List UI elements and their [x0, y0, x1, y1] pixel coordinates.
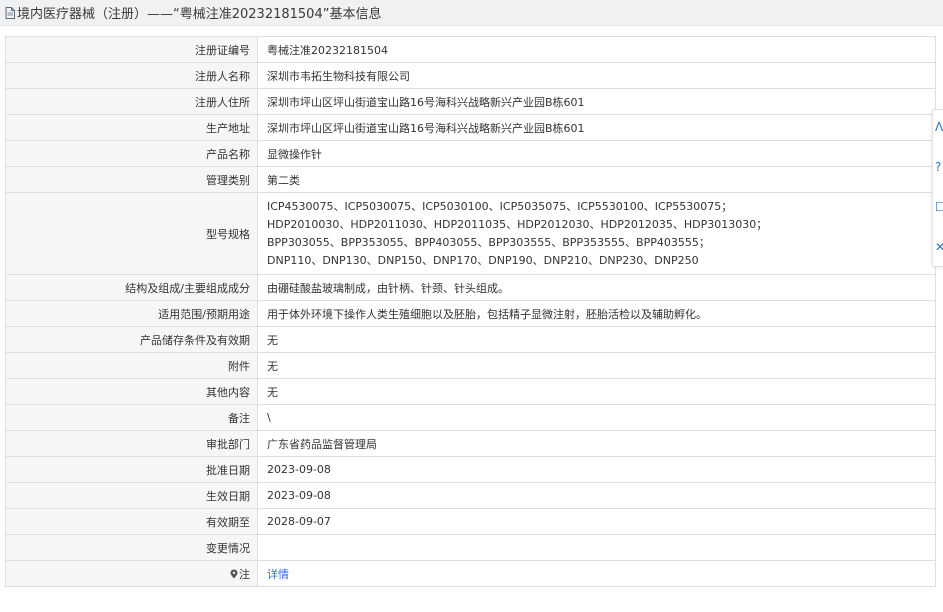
- location-pin-icon: [230, 569, 238, 578]
- table-row-model-spec: 型号规格 ICP4530075、ICP5030075、ICP5030100、IC…: [5, 192, 936, 275]
- row-label: 生效日期: [5, 482, 258, 509]
- model-spec-line: HDP2010030、HDP2011030、HDP2011035、HDP2012…: [267, 217, 768, 231]
- row-value: 广东省药品监督管理局: [257, 430, 936, 457]
- table-row: 产品储存条件及有效期 无: [5, 326, 936, 353]
- table-row: 有效期至 2028-09-07: [5, 508, 936, 535]
- model-spec-line: BPP303055、BPP353055、BPP403055、BPP303555、…: [267, 235, 710, 249]
- row-label: 审批部门: [5, 430, 258, 457]
- row-label: 生产地址: [5, 114, 258, 141]
- feedback-icon[interactable]: ☐: [935, 200, 943, 214]
- row-label: 变更情况: [5, 534, 258, 561]
- row-value: 无: [257, 352, 936, 379]
- table-row: 批准日期 2023-09-08: [5, 456, 936, 483]
- row-label: 备注: [5, 404, 258, 431]
- row-label: 注册人名称: [5, 62, 258, 89]
- row-label: 管理类别: [5, 166, 258, 193]
- row-label: 结构及组成/主要组成成分: [5, 274, 258, 301]
- document-icon: [5, 6, 15, 19]
- row-value: 显微操作针: [257, 140, 936, 167]
- row-value: 无: [257, 326, 936, 353]
- model-spec-line: ICP4530075、ICP5030075、ICP5030100、ICP5035…: [267, 199, 733, 213]
- details-link[interactable]: 详情: [267, 568, 289, 581]
- row-label: 批准日期: [5, 456, 258, 483]
- page-title-bar: 境内医疗器械（注册）——“粤械注准20232181504”基本信息: [0, 0, 943, 26]
- row-label: 注册证编号: [5, 36, 258, 63]
- table-row: 其他内容 无: [5, 378, 936, 405]
- row-label: 产品储存条件及有效期: [5, 326, 258, 353]
- table-row: 变更情况: [5, 534, 936, 561]
- table-row: 注册人名称 深圳市韦拓生物科技有限公司: [5, 62, 936, 89]
- model-spec-value: ICP4530075、ICP5030075、ICP5030100、ICP5035…: [257, 192, 936, 275]
- table-row: 生产地址 深圳市坪山区坪山街道宝山路16号海科兴战略新兴产业园B栋601: [5, 114, 936, 141]
- table-row-note: 注 详情: [5, 560, 936, 587]
- table-row: 注册人住所 深圳市坪山区坪山街道宝山路16号海科兴战略新兴产业园B栋601: [5, 88, 936, 115]
- table-row: 注册证编号 粤械注准20232181504: [5, 36, 936, 63]
- note-label: 注: [5, 560, 258, 587]
- row-value: 2023-09-08: [257, 456, 936, 483]
- row-label: 型号规格: [5, 192, 258, 275]
- basic-info-table: 注册证编号 粤械注准20232181504 注册人名称 深圳市韦拓生物科技有限公…: [5, 36, 936, 587]
- row-label: 注册人住所: [5, 88, 258, 115]
- table-row: 生效日期 2023-09-08: [5, 482, 936, 509]
- table-row: 结构及组成/主要组成成分 由硼硅酸盐玻璃制成，由针柄、针颈、针头组成。: [5, 274, 936, 301]
- table-row: 附件 无: [5, 352, 936, 379]
- table-row: 产品名称 显微操作针: [5, 140, 936, 167]
- row-label: 附件: [5, 352, 258, 379]
- row-value: 用于体外环境下操作人类生殖细胞以及胚胎，包括精子显微注射，胚胎活检以及辅助孵化。: [257, 300, 936, 327]
- note-label-text: 注: [239, 567, 250, 581]
- side-toolbar: ᐱ ? ☐ ✕: [932, 109, 943, 267]
- close-icon[interactable]: ✕: [935, 240, 943, 254]
- model-spec-line: DNP110、DNP130、DNP150、DNP170、DNP190、DNP21…: [267, 253, 699, 267]
- row-value: 2028-09-07: [257, 508, 936, 535]
- back-to-top-icon[interactable]: ᐱ: [935, 120, 943, 134]
- table-row: 审批部门 广东省药品监督管理局: [5, 430, 936, 457]
- help-icon[interactable]: ?: [935, 160, 943, 174]
- row-label: 有效期至: [5, 508, 258, 535]
- row-value: 深圳市坪山区坪山街道宝山路16号海科兴战略新兴产业园B栋601: [257, 88, 936, 115]
- page-title: 境内医疗器械（注册）——“粤械注准20232181504”基本信息: [17, 7, 382, 22]
- row-value: 深圳市坪山区坪山街道宝山路16号海科兴战略新兴产业园B栋601: [257, 114, 936, 141]
- row-value: 深圳市韦拓生物科技有限公司: [257, 62, 936, 89]
- row-value: 由硼硅酸盐玻璃制成，由针柄、针颈、针头组成。: [257, 274, 936, 301]
- table-row: 备注 \: [5, 404, 936, 431]
- row-label: 适用范围/预期用途: [5, 300, 258, 327]
- row-label: 其他内容: [5, 378, 258, 405]
- table-row: 管理类别 第二类: [5, 166, 936, 193]
- row-value: \: [257, 404, 936, 431]
- note-value: 详情: [257, 560, 936, 587]
- row-value: 2023-09-08: [257, 482, 936, 509]
- table-row: 适用范围/预期用途 用于体外环境下操作人类生殖细胞以及胚胎，包括精子显微注射，胚…: [5, 300, 936, 327]
- row-label: 产品名称: [5, 140, 258, 167]
- row-value: 第二类: [257, 166, 936, 193]
- row-value: 粤械注准20232181504: [257, 36, 936, 63]
- row-value: 无: [257, 378, 936, 405]
- row-value: [257, 534, 936, 561]
